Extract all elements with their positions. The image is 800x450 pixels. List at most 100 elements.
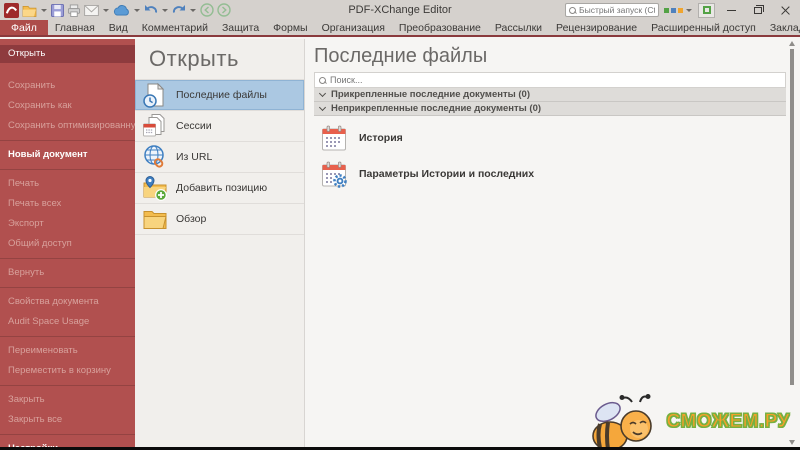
sidebar-item[interactable]: Закрыть (0, 390, 135, 410)
recent-files-icon (143, 82, 165, 108)
minimize-icon (726, 9, 736, 11)
ui-options-icon (664, 7, 669, 13)
recent-search-box[interactable] (314, 72, 786, 88)
file-menu-sidebar: Открыть Сохранить Сохранить как Сохранить о… (0, 39, 135, 450)
menu-tabs: Файл Главная Вид Комментарий Защита Формы Орга… (0, 20, 800, 35)
sidebar-item[interactable]: Закрыть все (0, 410, 135, 430)
menu-tab[interactable]: Комментарий (135, 20, 215, 35)
watermark-text: СМОЖЕМ.РУ (666, 411, 790, 433)
undo-icon[interactable] (144, 4, 158, 16)
scroll-up-icon[interactable] (789, 41, 795, 46)
sidebar-item[interactable] (0, 287, 135, 288)
sidebar-item[interactable] (0, 258, 135, 259)
sidebar-item[interactable]: Сохранить оптимизированную копию (0, 116, 135, 136)
sidebar-item[interactable]: Audit Space Usage (0, 312, 135, 332)
history-calendar-icon (322, 125, 346, 151)
save-icon[interactable] (51, 3, 64, 17)
scrollbar-thumb[interactable] (790, 49, 794, 385)
close-button[interactable] (774, 2, 796, 18)
sidebar-item[interactable] (0, 385, 135, 386)
sidebar-item[interactable]: Вернуть (0, 263, 135, 283)
cloud-dropdown-icon[interactable] (134, 8, 140, 12)
cloud-icon[interactable] (113, 4, 130, 16)
watermark: СМОЖЕМ.РУ (592, 394, 790, 450)
menu-tab[interactable]: Рецензирование (549, 20, 644, 35)
app-logo-icon (4, 2, 19, 18)
open-file-icon[interactable] (22, 4, 37, 17)
ui-options-dropdown-icon[interactable] (686, 8, 692, 12)
fullscreen-button[interactable] (698, 2, 715, 18)
sidebar-item[interactable] (0, 169, 135, 170)
menu-tab[interactable]: Организация (315, 20, 392, 35)
pdf-xchange-editor-window: PDF-XChange Editor ФайлГлавнаяВидКоммент… (0, 0, 800, 450)
recent-section-header[interactable]: Неприкрепленные последние документы (0) (314, 102, 786, 116)
sidebar-item[interactable]: Открыть (0, 45, 135, 63)
menu-tab[interactable]: Вид (102, 20, 135, 35)
menu-tab[interactable]: Расширенный доступ (644, 20, 763, 35)
open-options-list: Последние файлы Сессии Из URL Добавить п… (135, 79, 304, 235)
menu-tab[interactable]: Рассылки (488, 20, 549, 35)
recent-section-header[interactable]: Прикрепленные последние документы (0) (314, 88, 786, 102)
sidebar-item[interactable]: Переименовать (0, 341, 135, 361)
sidebar-item[interactable]: Общий доступ (0, 234, 135, 254)
recent-search-input[interactable] (330, 75, 781, 85)
redo-icon[interactable] (172, 4, 186, 16)
open-option-add-place[interactable]: Добавить позицию (135, 173, 304, 204)
open-option-browse[interactable]: Обзор (135, 204, 304, 235)
history-settings-icon (322, 161, 347, 188)
sidebar-item[interactable]: Свойства документа (0, 292, 135, 312)
close-icon (781, 6, 790, 15)
from-url-icon (144, 145, 164, 168)
maximize-icon (754, 4, 764, 14)
menu-tab[interactable]: Преобразование (392, 20, 488, 35)
redo-dropdown-icon[interactable] (190, 8, 196, 12)
menu-tab[interactable]: Закладки (763, 20, 800, 35)
sidebar-item[interactable]: Сохранить (0, 76, 135, 96)
sessions-icon (143, 114, 165, 137)
history-settings-item[interactable]: Параметры Истории и последних (320, 160, 800, 188)
quick-launch-input[interactable] (579, 5, 655, 15)
history-item[interactable]: История (320, 124, 800, 152)
minimize-button[interactable] (720, 2, 742, 18)
search-icon (569, 6, 576, 14)
back-icon[interactable] (200, 3, 214, 17)
menu-tab[interactable]: Защита (215, 20, 266, 35)
open-dropdown-icon[interactable] (41, 8, 47, 12)
browse-folder-icon (143, 211, 167, 229)
email-dropdown-icon[interactable] (103, 8, 109, 12)
open-panel-title: Открыть (149, 46, 239, 71)
menu-tab[interactable]: Файл (0, 20, 48, 35)
undo-dropdown-icon[interactable] (162, 8, 168, 12)
menu-tab[interactable]: Главная (48, 20, 102, 35)
sidebar-item[interactable]: Печать (0, 174, 135, 194)
bee-icon (592, 394, 653, 450)
add-place-icon (143, 175, 167, 201)
vertical-scrollbar[interactable] (789, 39, 795, 450)
menu-tab[interactable]: Формы (266, 20, 314, 35)
open-option-recent-files[interactable]: Последние файлы (135, 80, 304, 111)
print-icon[interactable] (67, 3, 81, 17)
sidebar-item[interactable]: Новый документ (0, 145, 135, 165)
sidebar-item[interactable] (0, 434, 135, 435)
sidebar-item[interactable]: Экспорт (0, 214, 135, 234)
search-icon (319, 76, 326, 84)
ui-options-button[interactable] (664, 7, 693, 13)
sidebar-item[interactable]: Печать всех (0, 194, 135, 214)
open-option-from-url[interactable]: Из URL (135, 142, 304, 173)
open-panel: Открыть Последние файлы Сессии Из URL До… (135, 39, 305, 450)
chevron-down-icon (318, 103, 327, 112)
recent-files-panel: Последние файлы Прикрепленные последние … (306, 39, 800, 450)
sidebar-item[interactable]: Сохранить как (0, 96, 135, 116)
sidebar-item[interactable] (0, 140, 135, 141)
forward-icon[interactable] (217, 3, 231, 17)
open-option-sessions[interactable]: Сессии (135, 111, 304, 142)
email-icon[interactable] (84, 4, 99, 16)
quick-launch-search[interactable] (565, 3, 659, 17)
quick-access-toolbar (4, 2, 231, 18)
recent-files-title: Последние файлы (314, 45, 488, 67)
sidebar-item[interactable]: Переместить в корзину (0, 361, 135, 381)
chevron-down-icon (318, 89, 327, 98)
maximize-button[interactable] (747, 2, 769, 18)
menubar: Файл Главная Вид Комментарий Защита Формы Орга… (0, 20, 800, 37)
sidebar-item[interactable] (0, 336, 135, 337)
